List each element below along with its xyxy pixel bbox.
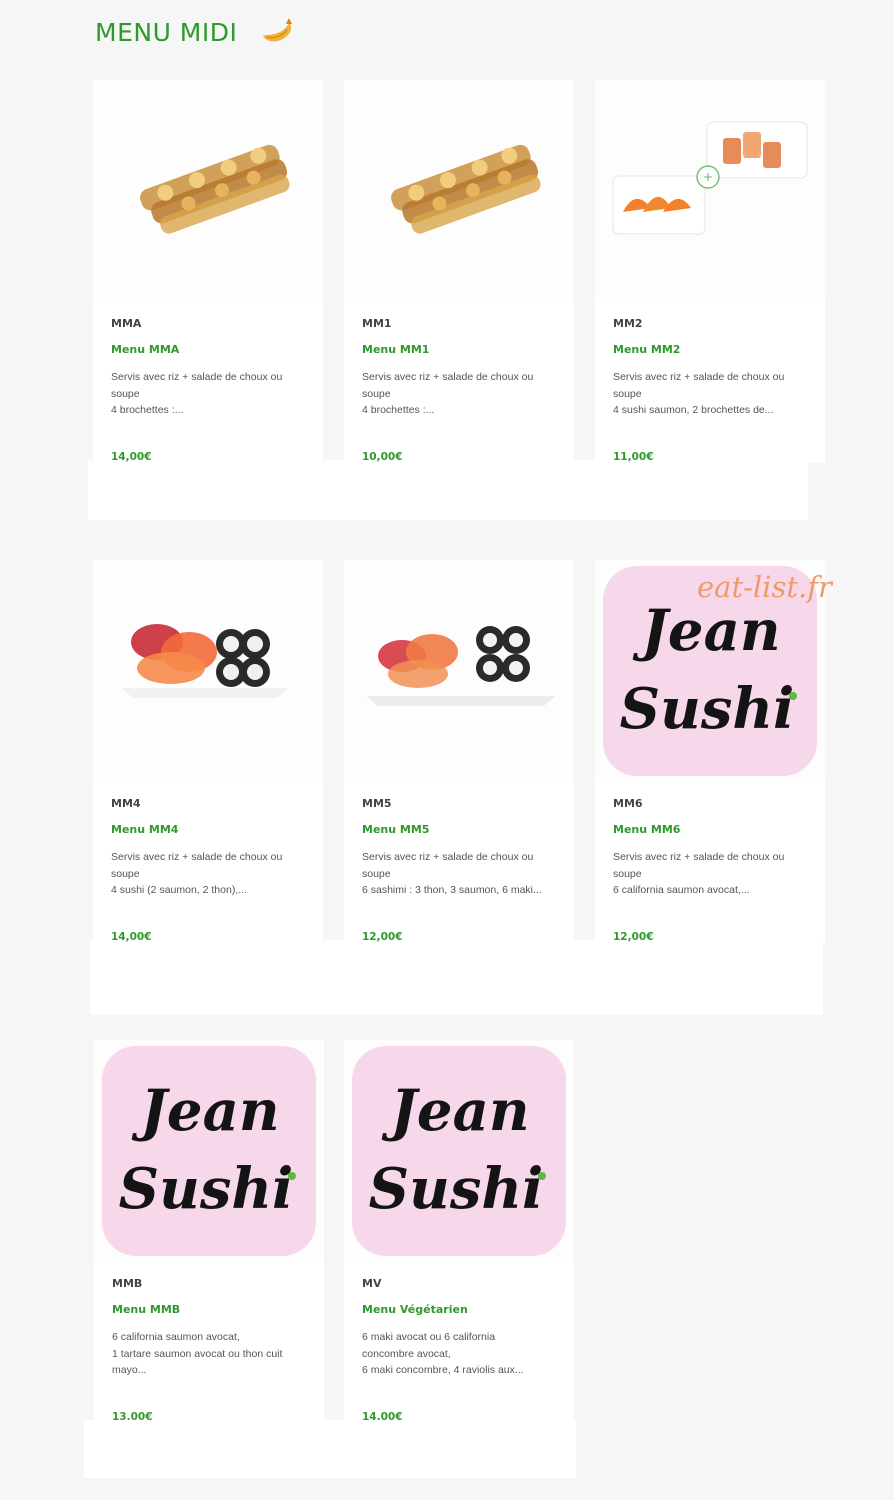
sashimi-maki-platter-photo[interactable] [344, 560, 574, 778]
item-price: 10,00€ [362, 451, 403, 463]
description-line: 4 sushi saumon, 2 brochettes de... [613, 404, 774, 416]
item-code: MM1 [362, 317, 392, 330]
jean-sushi-logo[interactable]: Jean Sushi [94, 1040, 324, 1258]
item-name[interactable]: Menu MM6 [613, 823, 680, 836]
item-code: MM6 [613, 797, 643, 810]
item-name[interactable]: Menu MM4 [111, 823, 178, 836]
menu-card-mma[interactable]: MMA Menu MMA Servis avec riz + salade de c… [93, 80, 323, 463]
description-line: soupe [111, 387, 140, 400]
description-line: soupe [613, 867, 642, 880]
item-code: MMA [111, 317, 142, 330]
item-price: 14.00€ [362, 1411, 403, 1423]
description-line: soupe [362, 387, 391, 400]
item-description: Servis avec riz + salade de choux ou soup… [362, 369, 562, 419]
item-description: Servis avec riz + salade de choux ou soup… [111, 369, 311, 419]
description-line: 1 tartare saumon avocat ou thon cuit [112, 1347, 283, 1360]
description-line: soupe [111, 867, 140, 880]
menu-card-mmb[interactable]: Jean Sushi MMB Menu MMB 6 california saumo… [94, 1040, 324, 1423]
item-description: Servis avec riz + salade de choux ou soup… [111, 849, 311, 899]
sushi-maki-platter-photo[interactable] [93, 560, 323, 778]
description-line: Servis avec riz + salade de choux ou [111, 851, 283, 863]
description-line: 4 sushi (2 saumon, 2 thon),... [111, 884, 247, 896]
logo-text-line: Sushi [119, 1156, 294, 1222]
menu-card-mm2[interactable]: + MM2 Menu MM2 Servis avec riz + salade de… [595, 80, 825, 463]
item-price: 13.00€ [112, 1411, 153, 1423]
item-name[interactable]: Menu MM1 [362, 343, 429, 356]
menu-section-header: MENU MIDI [95, 16, 295, 48]
shrimp-tempura-icon [259, 16, 295, 48]
item-price: 11,00€ [613, 451, 654, 463]
menu-card-mm5[interactable]: MM5 Menu MM5 Servis avec riz + salade de c… [344, 560, 574, 943]
item-description: 6 maki avocat ou 6 california concombre a… [362, 1329, 562, 1379]
logo-text-line: Jean [131, 1078, 279, 1144]
item-description: Servis avec riz + salade de choux ou soup… [613, 369, 813, 419]
description-line: Servis avec riz + salade de choux ou [613, 851, 785, 863]
menu-card-mm4[interactable]: MM4 Menu MM4 Servis avec riz + salade de c… [93, 560, 323, 943]
description-line: 6 sashimi : 3 thon, 3 saumon, 6 maki... [362, 884, 542, 896]
description-line: Servis avec riz + salade de choux ou [613, 371, 785, 383]
description-line: 6 california saumon avocat,... [613, 884, 750, 896]
logo-text-line: Sushi [369, 1156, 544, 1222]
description-line: 6 california saumon avocat, [112, 1331, 240, 1343]
description-line: Servis avec riz + salade de choux ou [362, 851, 534, 863]
item-price: 12,00€ [613, 931, 654, 943]
brochettes-photo[interactable] [93, 80, 323, 298]
description-line: soupe [362, 867, 391, 880]
brochettes-photo[interactable] [344, 80, 574, 298]
description-line: concombre avocat, [362, 1347, 451, 1360]
item-name[interactable]: Menu MMA [111, 343, 179, 356]
menu-card-mm6[interactable]: Jean Sushi MM6 Menu MM6 Servis avec riz + … [595, 560, 825, 943]
logo-text-line: Jean [381, 1078, 529, 1144]
item-price: 14,00€ [111, 931, 152, 943]
description-line: 6 maki avocat ou 6 california [362, 1331, 496, 1343]
row-backdrop [90, 940, 823, 1015]
row-backdrop [88, 460, 808, 520]
item-code: MM5 [362, 797, 392, 810]
svg-text:+: + [703, 170, 713, 184]
sushi-brochettes-photo[interactable]: + [595, 80, 825, 298]
section-title: MENU MIDI [95, 17, 238, 47]
description-line: Servis avec riz + salade de choux ou [111, 371, 283, 383]
logo-text-line: Jean [632, 598, 780, 664]
description-line: 4 brochettes :... [111, 404, 184, 416]
item-description: 6 california saumon avocat, 1 tartare sau… [112, 1329, 312, 1379]
item-price: 14,00€ [111, 451, 152, 463]
item-code: MM2 [613, 317, 643, 330]
item-name[interactable]: Menu MMB [112, 1303, 180, 1316]
item-name[interactable]: Menu MM2 [613, 343, 680, 356]
row-backdrop [84, 1420, 576, 1478]
logo-text-line: Sushi [620, 676, 795, 742]
item-description: Servis avec riz + salade de choux ou soup… [613, 849, 813, 899]
menu-card-mm1[interactable]: MM1 Menu MM1 Servis avec riz + salade de c… [344, 80, 574, 463]
description-line: 6 maki concombre, 4 raviolis aux... [362, 1364, 524, 1376]
item-name[interactable]: Menu MM5 [362, 823, 429, 836]
item-description: Servis avec riz + salade de choux ou soup… [362, 849, 562, 899]
item-price: 12,00€ [362, 931, 403, 943]
item-code: MV [362, 1277, 382, 1290]
description-line: mayo... [112, 1364, 147, 1376]
description-line: Servis avec riz + salade de choux ou [362, 371, 534, 383]
item-code: MM4 [111, 797, 141, 810]
watermark: eat-list.fr [697, 570, 832, 604]
menu-card-mv[interactable]: Jean Sushi MV Menu Végétarien 6 maki avoca… [344, 1040, 574, 1423]
item-name[interactable]: Menu Végétarien [362, 1303, 468, 1316]
description-line: 4 brochettes :... [362, 404, 435, 416]
jean-sushi-logo[interactable]: Jean Sushi [344, 1040, 574, 1258]
description-line: soupe [613, 387, 642, 400]
item-code: MMB [112, 1277, 143, 1290]
